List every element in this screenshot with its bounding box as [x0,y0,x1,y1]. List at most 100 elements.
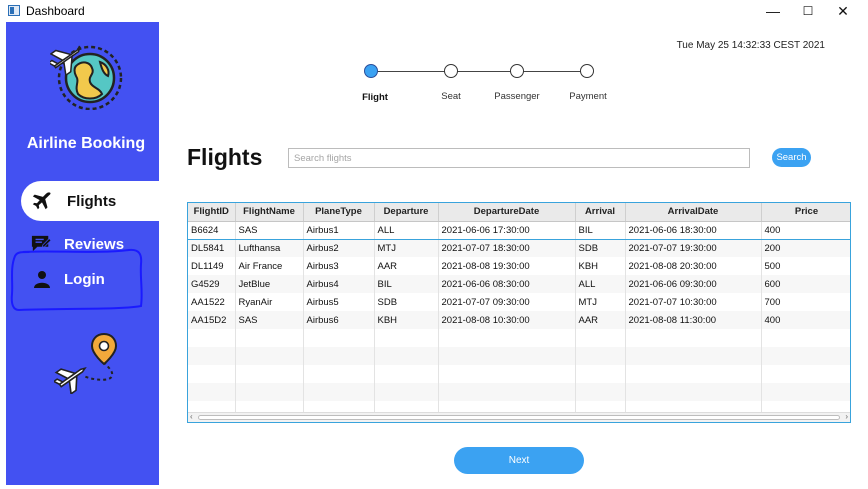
table-cell: KBH [374,311,439,329]
table-cell: BIL [575,220,626,240]
flights-table: FlightID FlightName PlaneType Departure Depa… [187,202,851,423]
table-cell [438,329,576,347]
window-title: Dashboard [26,4,85,18]
table-cell: G4529 [188,275,236,293]
table-cell [188,329,236,347]
table-cell: 2021-07-07 19:30:00 [625,239,762,257]
maximize-button[interactable]: ☐ [790,0,826,22]
table-cell: AAR [374,257,439,275]
table-cell [761,365,850,383]
empty-table-row [188,329,850,347]
table-cell: 2021-06-06 09:30:00 [625,275,762,293]
table-cell: Air France [235,257,304,275]
table-row[interactable]: DL1149 Air France Airbus3 AAR 2021-08-08 19:… [188,257,850,275]
table-cell: Airbus3 [303,257,375,275]
scroll-left-icon[interactable]: ‹ [190,412,193,421]
sidebar-item-flights[interactable]: Flights [21,181,159,221]
table-cell: 500 [761,257,850,275]
table-cell [303,347,375,365]
step-flight-dot[interactable] [364,64,378,78]
step-seat-dot[interactable] [444,64,458,78]
annotation-scribble [10,248,143,312]
empty-table-row [188,365,850,383]
table-cell [303,365,375,383]
table-cell [575,383,626,401]
brand-title: Airline Booking [26,135,146,152]
column-header[interactable]: Arrival [575,203,626,222]
table-header-row: FlightID FlightName PlaneType Departure Depa… [188,203,850,222]
flight-route-illustration-icon [54,332,118,394]
sidebar-item-label: Flights [67,192,117,210]
table-cell: MTJ [575,293,626,311]
search-button[interactable]: Search [772,148,811,167]
table-cell: MTJ [374,239,439,257]
step-payment-dot[interactable] [580,64,594,78]
table-cell: 700 [761,293,850,311]
table-cell: ALL [374,220,439,240]
column-header[interactable]: PlaneType [303,203,375,222]
table-cell: Airbus2 [303,239,375,257]
table-row[interactable]: AA15D2 SAS Airbus6 KBH 2021-08-08 10:30:00 AA… [188,311,850,329]
scrollbar-thumb[interactable] [198,415,840,420]
table-cell [303,329,375,347]
table-cell: AA1522 [188,293,236,311]
table-cell: SDB [374,293,439,311]
column-header[interactable]: FlightName [235,203,304,222]
step-passenger-label: Passenger [494,91,540,102]
column-header[interactable]: ArrivalDate [625,203,762,222]
table-row[interactable]: G4529 JetBlue Airbus4 BIL 2021-06-06 08:30:0… [188,275,850,293]
search-input[interactable] [288,148,750,168]
page-title: Flights [187,144,263,170]
table-cell [188,365,236,383]
column-header[interactable]: FlightID [188,203,236,222]
table-cell [235,329,304,347]
table-cell [625,383,762,401]
stepper-line [371,71,588,72]
table-cell: 2021-07-07 09:30:00 [438,293,576,311]
table-row[interactable]: DL5841 Lufthansa Airbus2 MTJ 2021-07-07 18:3… [188,239,850,257]
table-cell: 400 [761,311,850,329]
table-cell: 2021-08-08 10:30:00 [438,311,576,329]
table-cell: AA15D2 [188,311,236,329]
table-cell [374,365,439,383]
table-row[interactable]: B6624 SAS Airbus1 ALL 2021-06-06 17:30:00 BIL… [188,220,850,240]
column-header[interactable]: DepartureDate [438,203,576,222]
table-cell [575,329,626,347]
table-cell: SAS [235,311,304,329]
column-header[interactable]: Price [761,203,850,222]
table-cell [761,383,850,401]
table-cell [303,383,375,401]
table-cell: 2021-06-06 08:30:00 [438,275,576,293]
table-cell: DL5841 [188,239,236,257]
step-seat-label: Seat [441,91,461,102]
table-cell: 2021-06-06 17:30:00 [438,220,576,240]
table-cell [625,329,762,347]
table-cell: AAR [575,311,626,329]
table-cell: 2021-08-08 20:30:00 [625,257,762,275]
scroll-right-icon[interactable]: › [845,412,848,421]
table-row[interactable]: AA1522 RyanAir Airbus5 SDB 2021-07-07 09:30:… [188,293,850,311]
table-cell: SAS [235,220,304,240]
table-cell [235,347,304,365]
column-header[interactable]: Departure [374,203,439,222]
table-cell: Airbus4 [303,275,375,293]
table-cell: 2021-08-08 11:30:00 [625,311,762,329]
table-cell: BIL [374,275,439,293]
table-cell [235,365,304,383]
table-cell: SDB [575,239,626,257]
empty-table-row [188,347,850,365]
plane-icon [32,192,51,210]
app-window: Dashboard — ☐ ✕ Airline Booking Flights [0,0,868,489]
table-cell: Airbus5 [303,293,375,311]
table-cell [438,365,576,383]
table-cell [761,347,850,365]
table-cell: Lufthansa [235,239,304,257]
table-cell: JetBlue [235,275,304,293]
close-button[interactable]: ✕ [825,0,861,22]
next-button[interactable]: Next [454,447,584,474]
minimize-button[interactable]: — [755,0,791,22]
table-cell: DL1149 [188,257,236,275]
horizontal-scrollbar[interactable]: ‹ › [188,412,850,422]
step-passenger-dot[interactable] [510,64,524,78]
table-cell [188,383,236,401]
